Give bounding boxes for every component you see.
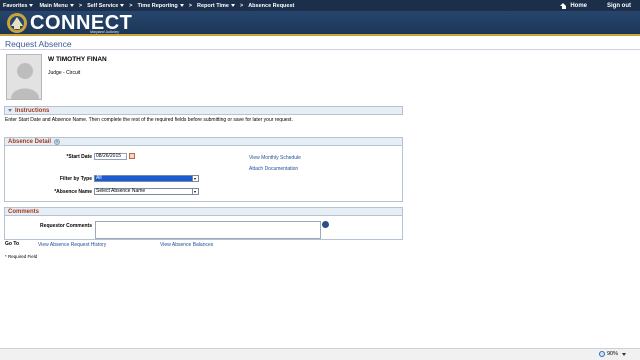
browser-status-bar: 90% <box>0 348 640 360</box>
top-navigation-bar: Favorites Main Menu > Self Service > Tim… <box>0 0 640 11</box>
zoom-control[interactable]: 90% <box>598 351 626 357</box>
start-date-label: *Start Date <box>66 154 92 160</box>
absence-detail-header-label: Absence Detail <box>8 138 52 145</box>
instructions-header-label: Instructions <box>15 107 50 114</box>
help-icon[interactable]: ? <box>54 138 61 145</box>
zoom-icon <box>598 351 605 357</box>
nav-report-time[interactable]: Report Time <box>194 3 238 9</box>
breadcrumb-separator: > <box>188 2 192 9</box>
view-absence-balances-link[interactable]: View Absence Balances <box>160 242 213 248</box>
requestor-comments-textarea[interactable] <box>95 221 321 239</box>
zoom-level: 90% <box>606 351 618 357</box>
chevron-down-icon <box>120 4 125 7</box>
comments-header-label: Comments <box>8 208 40 215</box>
person-silhouette-icon <box>11 63 39 99</box>
nav-time-reporting[interactable]: Time Reporting <box>135 3 187 9</box>
filter-by-type-select[interactable]: All <box>94 175 199 182</box>
view-absence-request-history-link[interactable]: View Absence Request History <box>38 242 106 248</box>
employee-job-title: Judge - Circuit <box>48 70 81 76</box>
chevron-down-icon <box>192 189 198 194</box>
nav-absence-request-label: Absence Request <box>248 2 295 9</box>
calendar-icon[interactable] <box>129 153 135 159</box>
chevron-down-icon <box>29 4 34 7</box>
required-field-note: * Required Field <box>5 254 38 259</box>
instructions-text: Enter Start Date and Absence Name. Then … <box>5 117 293 123</box>
spellcheck-icon[interactable] <box>322 221 329 228</box>
nav-favorites-label: Favorites <box>3 2 28 9</box>
nav-self-service-label: Self Service <box>87 2 119 9</box>
home-link[interactable]: Home <box>557 2 590 9</box>
chevron-down-icon <box>192 176 198 181</box>
view-monthly-schedule-link[interactable]: View Monthly Schedule <box>249 155 301 161</box>
attach-documentation-link[interactable]: Attach Documentation <box>249 166 298 172</box>
start-date-input[interactable]: 08/26/2015 <box>94 153 127 160</box>
absence-name-select[interactable]: Select Absence Name <box>94 188 199 195</box>
filter-by-type-value: All <box>96 175 102 181</box>
employee-name: W TIMOTHY FINAN <box>48 56 107 63</box>
instructions-header[interactable]: Instructions <box>4 106 403 115</box>
chevron-down-icon <box>230 4 235 7</box>
nav-main-menu[interactable]: Main Menu <box>36 3 76 9</box>
nav-self-service[interactable]: Self Service <box>84 3 127 9</box>
title-divider <box>0 49 640 50</box>
collapse-triangle-icon <box>8 109 12 112</box>
nav-absence-request[interactable]: Absence Request <box>245 3 297 9</box>
absence-name-label: *Absence Name <box>54 189 92 195</box>
nav-main-menu-label: Main Menu <box>39 2 68 9</box>
signout-link[interactable]: Sign out <box>604 3 634 9</box>
chevron-down-icon <box>179 4 184 7</box>
absence-name-value: Select Absence Name <box>96 188 146 194</box>
nav-favorites[interactable]: Favorites <box>0 3 36 9</box>
brand-subtitle: Maryland Judiciary <box>90 30 120 34</box>
breadcrumb-separator: > <box>129 2 133 9</box>
judiciary-seal-icon <box>7 13 27 33</box>
home-label: Home <box>570 2 587 9</box>
nav-report-time-label: Report Time <box>196 2 229 9</box>
absence-detail-header: Absence Detail ? <box>4 137 403 146</box>
chevron-down-icon <box>69 4 74 7</box>
page-title: Request Absence <box>5 39 72 49</box>
breadcrumb-separator: > <box>239 2 244 9</box>
avatar <box>6 54 42 100</box>
requestor-comments-label: Requestor Comments <box>40 223 92 229</box>
goto-label: Go To <box>5 241 20 247</box>
filter-by-type-label: Filter by Type <box>59 176 92 182</box>
chevron-down-icon <box>622 352 626 356</box>
comments-header: Comments <box>4 207 403 216</box>
nav-time-reporting-label: Time Reporting <box>137 2 178 9</box>
breadcrumb-separator: > <box>78 2 83 9</box>
nav-right-links: Home Sign out <box>557 0 634 11</box>
home-icon <box>560 2 567 9</box>
header-banner: CONNECT Maryland Judiciary <box>0 11 640 36</box>
signout-label: Sign out <box>607 2 631 9</box>
